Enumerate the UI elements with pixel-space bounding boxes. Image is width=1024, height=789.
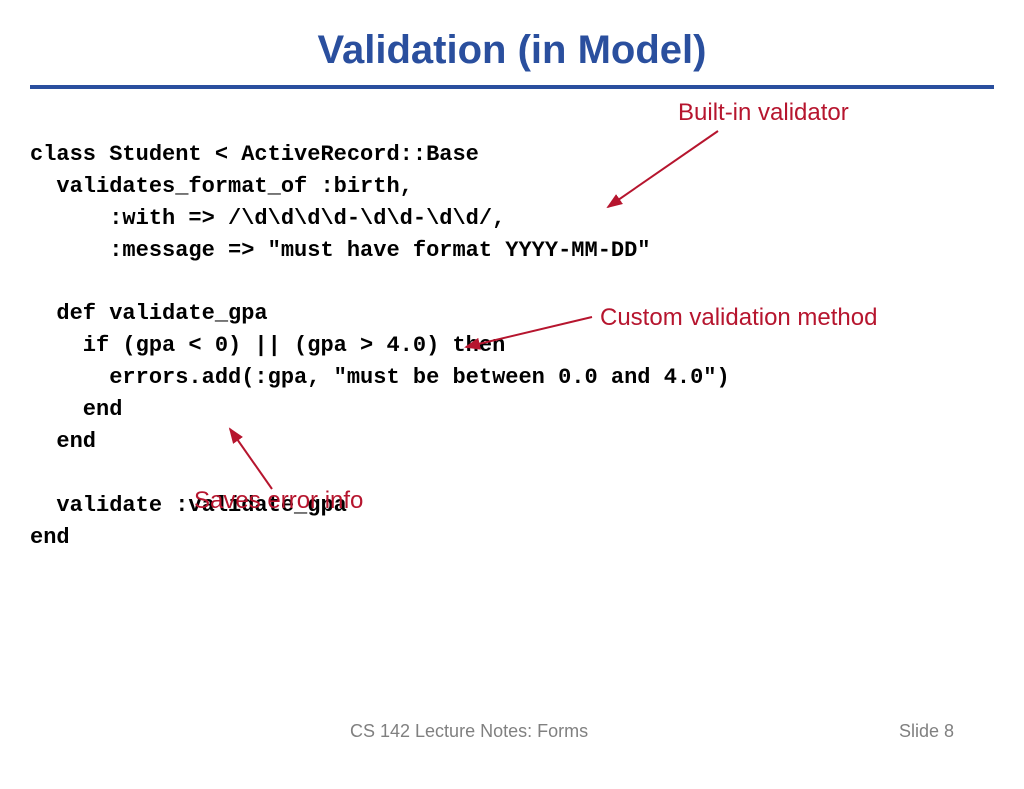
annotation-saves-error: Saves error info bbox=[194, 487, 363, 515]
code-line: class Student < ActiveRecord::Base bbox=[30, 142, 479, 167]
code-block: class Student < ActiveRecord::Base valid… bbox=[30, 139, 994, 554]
code-line: end bbox=[30, 397, 122, 422]
code-line: validates_format_of :birth, bbox=[30, 174, 413, 199]
slide-content: Built-in validator Custom validation met… bbox=[0, 89, 1024, 669]
slide-title: Validation (in Model) bbox=[0, 0, 1024, 85]
code-line: errors.add(:gpa, "must be between 0.0 an… bbox=[30, 365, 730, 390]
code-line: def validate_gpa bbox=[30, 301, 268, 326]
code-line: :message => "must have format YYYY-MM-DD… bbox=[30, 238, 651, 263]
code-line: if (gpa < 0) || (gpa > 4.0) then bbox=[30, 333, 505, 358]
annotation-builtin-validator: Built-in validator bbox=[678, 99, 849, 127]
footer-slide-number: Slide 8 bbox=[899, 721, 954, 742]
code-line: end bbox=[30, 525, 70, 550]
footer-course: CS 142 Lecture Notes: Forms bbox=[350, 721, 588, 742]
code-line: end bbox=[30, 429, 96, 454]
slide-footer: CS 142 Lecture Notes: Forms Slide 8 bbox=[0, 721, 1024, 742]
annotation-custom-validation: Custom validation method bbox=[600, 304, 877, 332]
code-line: :with => /\d\d\d\d-\d\d-\d\d/, bbox=[30, 206, 505, 231]
